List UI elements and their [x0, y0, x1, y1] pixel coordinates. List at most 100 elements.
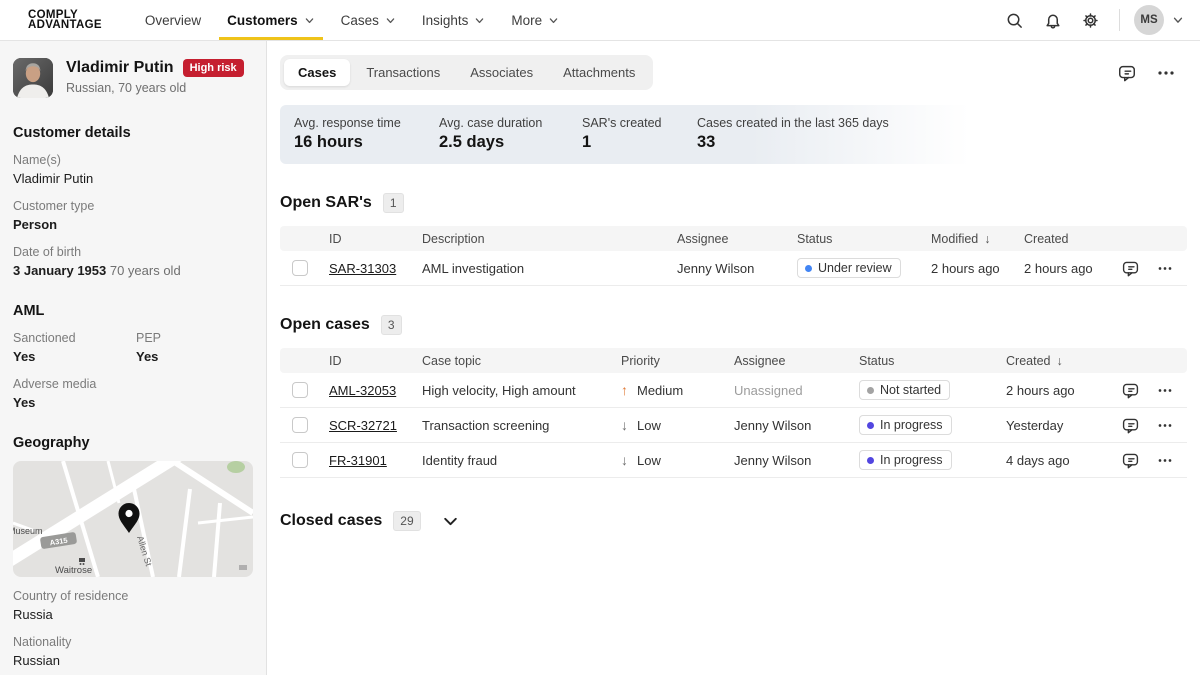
complyadvantage-logo[interactable]: COMPLY ADVANTAGE — [28, 10, 102, 31]
column-header-description[interactable]: Description — [422, 232, 677, 246]
open-cases-section-header: Open cases 3 — [280, 315, 1187, 335]
nav-item-customers[interactable]: Customers — [214, 0, 328, 40]
row-checkbox[interactable] — [292, 382, 308, 398]
geography-map[interactable]: Museum A315 Waitrose Allen St — [13, 461, 253, 577]
open-sars-count-badge: 1 — [383, 193, 404, 213]
case-stats-bar: Avg. response time 16 hours Avg. case du… — [280, 105, 1187, 164]
column-header-id[interactable]: ID — [329, 232, 422, 246]
comments-icon[interactable] — [1121, 451, 1140, 470]
tab-transactions[interactable]: Transactions — [352, 59, 454, 86]
nav-item-more[interactable]: More — [498, 0, 572, 40]
more-options-icon[interactable] — [1157, 388, 1173, 393]
field-value: Person — [13, 216, 253, 233]
case-id-link[interactable]: SCR-32721 — [329, 418, 397, 433]
case-id-link[interactable]: FR-31901 — [329, 453, 387, 468]
stat-sars-created: SAR's created 1 — [582, 116, 697, 152]
more-options-icon[interactable] — [1157, 423, 1173, 428]
stat-cases-365-days: Cases created in the last 365 days 33 — [697, 116, 889, 152]
more-options-icon[interactable] — [1157, 458, 1173, 463]
case-topic: Identity fraud — [422, 453, 621, 468]
open-sars-section-header: Open SAR's 1 — [280, 193, 1187, 213]
header-actions: MS — [999, 5, 1200, 35]
open-cases-title: Open cases — [280, 316, 370, 334]
status-badge: In progress — [859, 450, 952, 470]
settings-gear-icon[interactable] — [1075, 5, 1105, 35]
field-sanctioned: Sanctioned Yes — [13, 330, 136, 365]
table-row[interactable]: SCR-32721 Transaction screening ↓Low Jen… — [280, 408, 1187, 443]
more-options-icon[interactable] — [1157, 266, 1173, 271]
stat-label: Avg. case duration — [439, 116, 582, 130]
column-header-modified[interactable]: Modified↓ — [931, 232, 1024, 246]
detail-tabs: Cases Transactions Associates Attachment… — [280, 55, 653, 90]
field-label: Nationality — [13, 634, 253, 650]
column-header-status[interactable]: Status — [797, 232, 931, 246]
tab-attachments[interactable]: Attachments — [549, 59, 649, 86]
column-header-case-topic[interactable]: Case topic — [422, 354, 621, 368]
nav-item-overview[interactable]: Overview — [132, 0, 214, 40]
expand-closed-cases-chevron-icon[interactable] — [442, 513, 459, 530]
priority-label: Medium — [637, 383, 683, 398]
field-label: Name(s) — [13, 152, 253, 168]
sar-id-link[interactable]: SAR-31303 — [329, 261, 396, 276]
geography-heading: Geography — [13, 435, 253, 451]
search-icon[interactable] — [999, 5, 1029, 35]
case-created: 4 days ago — [1006, 453, 1109, 468]
stat-label: Avg. response time — [294, 116, 439, 130]
field-label: Sanctioned — [13, 330, 136, 346]
table-row[interactable]: SAR-31303 AML investigation Jenny Wilson… — [280, 251, 1187, 286]
row-checkbox[interactable] — [292, 260, 308, 276]
nav-item-insights[interactable]: Insights — [409, 0, 499, 40]
map-label-museum: Museum — [13, 526, 43, 536]
stat-value: 2.5 days — [439, 133, 582, 152]
field-customer-type: Customer type Person — [13, 198, 253, 233]
column-header-id[interactable]: ID — [329, 354, 422, 368]
top-nav-bar: COMPLY ADVANTAGE Overview Customers Case… — [0, 0, 1200, 41]
field-suffix: 70 years old — [110, 263, 181, 278]
field-names: Name(s) Vladimir Putin — [13, 152, 253, 187]
nav-item-cases[interactable]: Cases — [328, 0, 409, 40]
more-options-icon[interactable] — [1157, 70, 1175, 76]
comments-icon[interactable] — [1121, 381, 1140, 400]
tab-cases[interactable]: Cases — [284, 59, 350, 86]
column-header-status[interactable]: Status — [859, 354, 1006, 368]
table-row[interactable]: FR-31901 Identity fraud ↓Low Jenny Wilso… — [280, 443, 1187, 478]
case-id-link[interactable]: AML-32053 — [329, 383, 396, 398]
field-value: Russian — [13, 652, 253, 669]
comments-icon[interactable] — [1121, 416, 1140, 435]
row-checkbox[interactable] — [292, 452, 308, 468]
notifications-bell-icon[interactable] — [1037, 5, 1067, 35]
open-cases-table-header: ID Case topic Priority Assignee Status C… — [280, 348, 1187, 373]
avatar-initials: MS — [1140, 14, 1157, 26]
case-assignee: Jenny Wilson — [734, 418, 859, 433]
field-label: Date of birth — [13, 244, 253, 260]
case-created: Yesterday — [1006, 418, 1109, 433]
customer-name: Vladimir Putin — [66, 59, 174, 77]
nav-label: Customers — [227, 13, 298, 28]
customer-sidebar: Vladimir Putin High risk Russian, 70 yea… — [0, 41, 267, 675]
stat-value: 1 — [582, 133, 697, 152]
sar-description: AML investigation — [422, 261, 677, 276]
user-menu-chevron-icon[interactable] — [1172, 14, 1184, 26]
row-checkbox[interactable] — [292, 417, 308, 433]
tab-associates[interactable]: Associates — [456, 59, 547, 86]
status-badge: Not started — [859, 380, 950, 400]
comments-icon[interactable] — [1121, 259, 1140, 278]
nav-label: Overview — [145, 13, 201, 28]
column-header-assignee[interactable]: Assignee — [677, 232, 797, 246]
field-value: Yes — [13, 394, 253, 411]
column-header-created[interactable]: Created — [1024, 232, 1109, 246]
column-header-created[interactable]: Created↓ — [1006, 354, 1109, 368]
column-header-priority[interactable]: Priority — [621, 354, 734, 368]
comments-icon[interactable] — [1117, 63, 1137, 83]
open-sars-title: Open SAR's — [280, 194, 372, 212]
closed-cases-count-badge: 29 — [393, 511, 420, 531]
open-cases-count-badge: 3 — [381, 315, 402, 335]
sar-created: 2 hours ago — [1024, 261, 1109, 276]
column-header-assignee[interactable]: Assignee — [734, 354, 859, 368]
sar-assignee: Jenny Wilson — [677, 261, 797, 276]
customer-subtitle: Russian, 70 years old — [66, 81, 244, 95]
table-row[interactable]: AML-32053 High velocity, High amount ↑Me… — [280, 373, 1187, 408]
user-avatar[interactable]: MS — [1134, 5, 1164, 35]
chevron-down-icon — [474, 15, 485, 26]
closed-cases-title: Closed cases — [280, 512, 382, 530]
